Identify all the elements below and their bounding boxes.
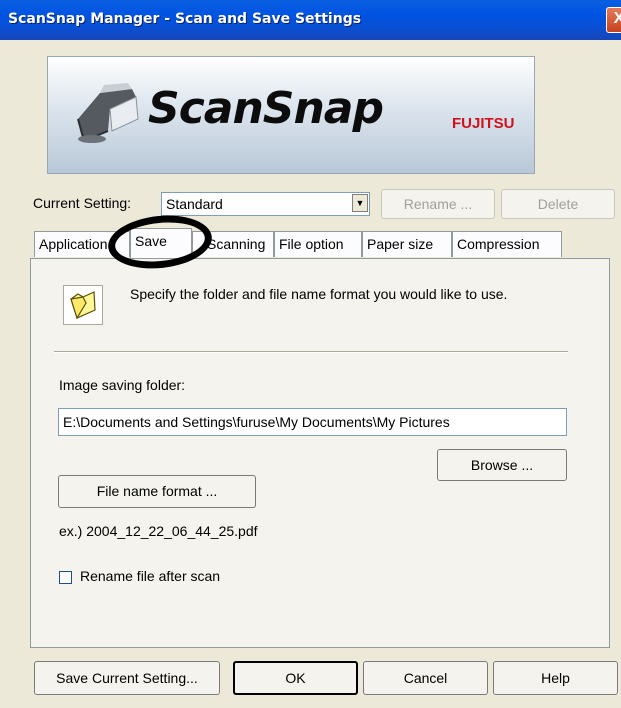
scansnap-logo: ScanSnap <box>148 83 384 134</box>
fujitsu-logo: FUJITSU <box>452 115 515 132</box>
window-title: ScanSnap Manager - Scan and Save Setting… <box>8 11 362 27</box>
image-saving-folder-label: Image saving folder: <box>59 377 186 393</box>
scanner-icon <box>77 83 139 143</box>
rename-button[interactable]: Rename ... <box>381 189 495 219</box>
save-current-setting-button[interactable]: Save Current Setting... <box>34 661 220 695</box>
scansnap-banner: ScanSnap FUJITSU <box>47 56 535 174</box>
title-bar[interactable]: ScanSnap Manager - Scan and Save Setting… <box>0 0 621 40</box>
current-setting-dropdown[interactable]: Standard ▼ <box>161 192 370 216</box>
close-icon[interactable]: X <box>606 7 621 33</box>
cancel-button[interactable]: Cancel <box>363 661 488 695</box>
rename-after-scan-label[interactable]: Rename file after scan <box>80 568 220 584</box>
rename-after-scan-checkbox[interactable] <box>59 571 72 584</box>
file-name-format-button[interactable]: File name format ... <box>58 475 256 508</box>
file-name-example: ex.) 2004_12_22_06_44_25.pdf <box>59 523 258 539</box>
folder-icon <box>63 285 103 325</box>
tab-file-option[interactable]: File option <box>274 231 362 257</box>
delete-button[interactable]: Delete <box>501 189 615 219</box>
image-saving-folder-value: E:\Documents and Settings\furuse\My Docu… <box>63 414 450 430</box>
browse-button[interactable]: Browse ... <box>437 449 567 481</box>
divider <box>54 351 568 353</box>
save-description: Specify the folder and file name format … <box>130 286 508 302</box>
current-setting-label: Current Setting: <box>33 195 132 211</box>
help-button[interactable]: Help <box>493 661 618 695</box>
dialog-window: ScanSnap Manager - Scan and Save Setting… <box>0 0 621 708</box>
tab-compression[interactable]: Compression <box>452 231 562 257</box>
image-saving-folder-input[interactable]: E:\Documents and Settings\furuse\My Docu… <box>58 408 567 436</box>
tab-paper-size[interactable]: Paper size <box>362 231 452 257</box>
ok-button[interactable]: OK <box>233 661 358 695</box>
dropdown-arrow-icon[interactable]: ▼ <box>352 194 368 212</box>
current-setting-value: Standard <box>166 196 223 212</box>
